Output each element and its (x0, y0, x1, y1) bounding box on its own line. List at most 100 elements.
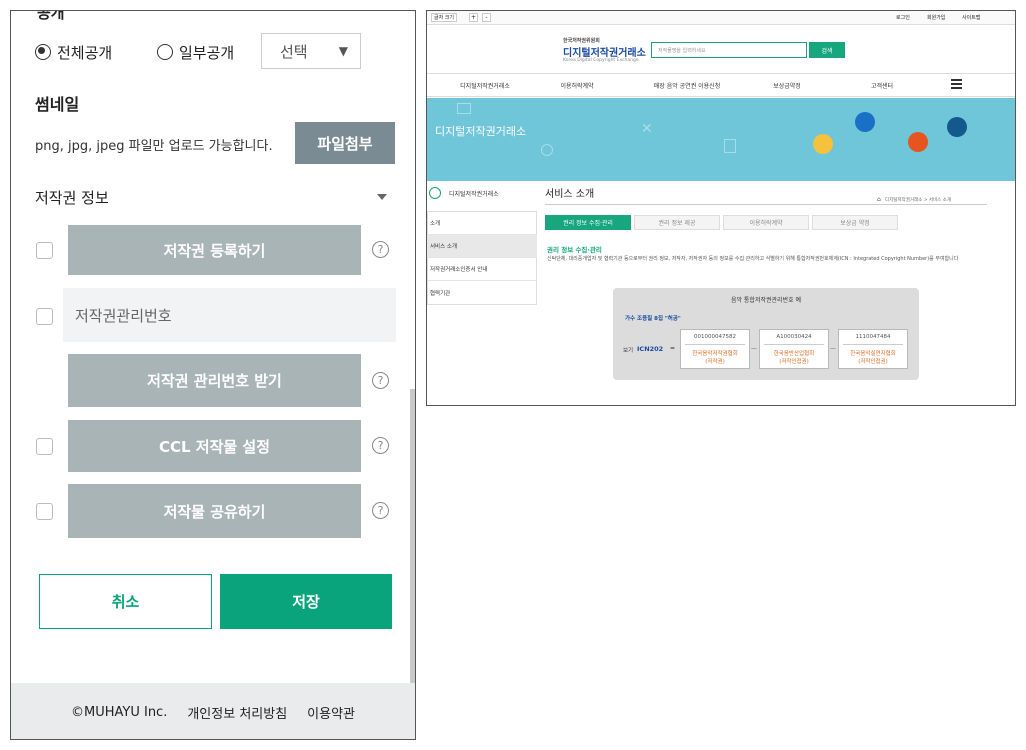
share-work-button[interactable]: 저작물 공유하기 (68, 484, 361, 538)
footer-privacy-link[interactable]: 개인정보 처리방침 (187, 703, 287, 722)
sidebar-item-service[interactable]: 서비스 소개 (427, 235, 537, 258)
decor-cross-icon: ✕ (641, 121, 653, 137)
radio-partial-label: 일부공개 (179, 43, 235, 62)
nav-item-support[interactable]: 고객센터 (852, 81, 912, 90)
help-icon[interactable]: ? (372, 502, 389, 519)
icn-example-song: 가수 조용필 8집 "허공" (625, 316, 681, 322)
sidebar-item-intro[interactable]: 소개 (427, 212, 537, 235)
section-title-visibility: 공개 (37, 10, 65, 22)
record-icon (908, 132, 928, 152)
chevron-down-icon: ▼ (338, 44, 348, 58)
font-size-label: 글자 크기 (431, 13, 457, 22)
thumbnail-title: 썸네일 (35, 95, 80, 114)
font-plus-button[interactable]: + (469, 13, 478, 22)
save-button[interactable]: 저장 (220, 574, 392, 629)
sitemap-link[interactable]: 사이트맵 (962, 14, 980, 21)
icn-example-label: 보기 (623, 348, 634, 354)
get-copyright-number-button[interactable]: 저작권 관리번호 받기 (68, 354, 361, 407)
nav-item-exchange[interactable]: 디지털저작권거래소 (455, 81, 515, 90)
code-number-1: 001000047582 (694, 334, 736, 340)
code-number-3: 1110047484 (855, 334, 891, 340)
banner-title: 디지털저작권거래소 (435, 125, 527, 138)
copyright-settings-panel: 공개 전체공개 일부공개 선택 ▼ 썸네일 png, jpg, jpeg 파일만… (10, 10, 416, 740)
search-input[interactable]: 저작물명을 입력하세요 (651, 42, 807, 58)
signup-link[interactable]: 회원가입 (927, 14, 945, 21)
code-separator-2: — (830, 345, 836, 352)
code-box-1: 001000047582 한국음악저작권협회 (저작권) (680, 329, 750, 369)
section-description: 신탁단체, 대리중개업자 및 협력기관 등으로부터 권리 정보, 저작자, 저작… (547, 256, 959, 262)
code-role-2: (저작인접권) (779, 359, 809, 365)
ccl-setting-button[interactable]: CCL 저작물 설정 (68, 420, 361, 472)
code-org-3: 한국음악실연자협회 (850, 351, 896, 357)
radio-all[interactable]: 전체공개 (35, 41, 112, 63)
home-icon: ⌂ (877, 196, 881, 203)
footer-copyright: ©MUHAYU Inc. (71, 704, 168, 720)
login-link[interactable]: 로그인 (896, 14, 910, 21)
tab-rights-collection[interactable]: 권리 정보 수집·관리 (545, 215, 631, 230)
decor-monitor-icon (457, 103, 471, 114)
copyright-number-placeholder: 저작권관리번호 (75, 306, 172, 325)
decor-person-icon (541, 144, 553, 156)
attach-file-button[interactable]: 파일첨부 (295, 122, 395, 164)
code-org-2: 한국음반산업협회 (773, 351, 815, 357)
decor-note-icon (724, 139, 736, 153)
copyright-number-input[interactable]: 저작권관리번호 (63, 288, 396, 342)
phone-icon (855, 112, 875, 132)
radio-all-label: 전체공개 (57, 43, 113, 62)
section-title: 권리 정보 수집·관리 (547, 246, 602, 254)
footer-terms-link[interactable]: 이용약관 (307, 703, 355, 722)
sidebar-logo-icon (429, 187, 441, 199)
radio-checked-icon (35, 44, 51, 60)
scrollbar-thumb[interactable] (410, 389, 415, 724)
website-screenshot: 글자 크기 + - 로그인 회원가입 사이트맵 한국저작권위원회 디지털저작권거… (426, 10, 1016, 406)
help-icon[interactable]: ? (372, 437, 389, 454)
search-placeholder: 저작물명을 입력하세요 (658, 47, 706, 54)
code-role-3: (저작인접권) (858, 359, 888, 365)
code-role-1: (저작권) (705, 359, 725, 365)
code-box-3: 1110047484 한국음악실연자협회 (저작인접권) (838, 329, 908, 369)
sidebar-item-partners[interactable]: 협력기관 (427, 281, 537, 304)
chat-bubble-icon (813, 134, 833, 154)
help-icon[interactable]: ? (372, 241, 389, 258)
search-button[interactable]: 검색 (809, 42, 845, 58)
code-box-2: A100030424 한국음반산업협회 (저작인접권) (759, 329, 829, 369)
nav-item-music-performance[interactable]: 매장 음악 공연권 이용신청 (632, 81, 742, 90)
radio-unchecked-icon (157, 44, 173, 60)
logo-org: 한국저작권위원회 (563, 38, 600, 44)
page-title: 서비스 소개 (545, 189, 595, 200)
sidebar-item-certificate[interactable]: 저작권거래소인증서 안내 (427, 258, 537, 281)
copyright-number-checkbox[interactable] (36, 308, 53, 325)
breadcrumb: 디지털저작권거래소 > 서비스 소개 (885, 198, 952, 203)
hamburger-menu-icon[interactable] (951, 79, 962, 89)
share-checkbox[interactable] (36, 503, 53, 520)
font-minus-button[interactable]: - (482, 13, 491, 22)
tab-license-contract[interactable]: 이용허락계약 (723, 215, 809, 230)
tab-rights-provision[interactable]: 권리 정보 제공 (634, 215, 720, 230)
title-divider (545, 204, 987, 205)
icn-code: ICN202 (637, 345, 664, 353)
footer: ©MUHAYU Inc. 개인정보 처리방침 이용약관 (11, 683, 415, 739)
help-icon[interactable]: ? (372, 372, 389, 389)
code-separator-1: — (751, 345, 757, 352)
visibility-select[interactable]: 선택 ▼ (261, 33, 361, 69)
code-number-2: A100030424 (776, 334, 812, 340)
tab-compensation[interactable]: 보상금 약정 (812, 215, 898, 230)
icn-example-title: 음악 통합저작권관리번호 예 (730, 297, 802, 304)
nav-item-compensation[interactable]: 보상금약정 (757, 81, 817, 90)
register-checkbox[interactable] (36, 242, 53, 259)
sidebar-title: 디지털저작권거래소 (449, 191, 499, 198)
code-org-1: 한국음악저작권협회 (692, 351, 738, 357)
collapse-arrow-icon[interactable] (377, 194, 387, 200)
ccl-checkbox[interactable] (36, 438, 53, 455)
visibility-select-value: 선택 (280, 42, 308, 61)
logo-name[interactable]: 디지털저작권거래소 (563, 44, 646, 59)
cancel-button[interactable]: 취소 (39, 574, 212, 629)
microphone-icon (947, 117, 967, 137)
thumbnail-hint: png, jpg, jpeg 파일만 업로드 가능합니다. (35, 139, 273, 154)
nav-item-license[interactable]: 이용허락계약 (547, 81, 607, 90)
register-copyright-button[interactable]: 저작권 등록하기 (68, 225, 361, 275)
copyright-info-title: 저작권 정보 (35, 189, 109, 207)
icn-equals: = (670, 345, 676, 352)
radio-partial[interactable]: 일부공개 (157, 41, 234, 63)
logo-english: Korea Digital Copyright Exchange (563, 58, 639, 63)
